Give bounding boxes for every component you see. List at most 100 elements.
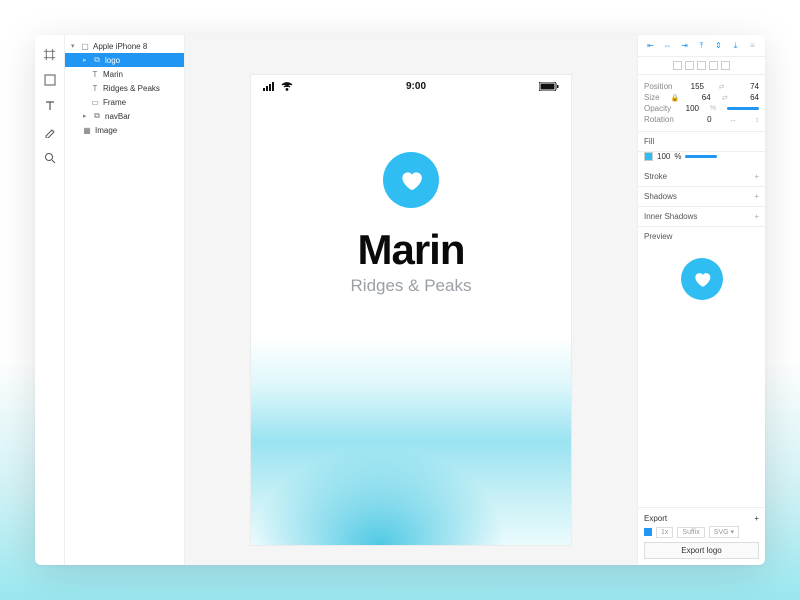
- flip-v-icon[interactable]: ↕: [755, 115, 759, 124]
- tool-rail: [35, 35, 65, 565]
- layer-label: Ridges & Peaks: [103, 84, 160, 93]
- alignment-controls: ⇤ ⇔ ⇥ ⤒ ⇕ ⤓ ≡: [638, 35, 765, 57]
- export-button[interactable]: Export logo: [644, 542, 759, 559]
- shadows-section-header[interactable]: Shadows +: [638, 187, 765, 207]
- position-x-field[interactable]: 155: [684, 82, 704, 91]
- position-label: Position: [644, 82, 672, 91]
- constraint-box[interactable]: [697, 61, 706, 70]
- opacity-field[interactable]: 100: [679, 104, 699, 113]
- fill-swatch[interactable]: [644, 152, 653, 161]
- export-label: Export: [644, 514, 667, 523]
- text-icon: T: [91, 84, 99, 92]
- align-vcenter-icon[interactable]: ⇕: [714, 41, 724, 51]
- preview-label: Preview: [644, 232, 672, 241]
- status-time: 9:00: [406, 81, 426, 92]
- artboard-iphone[interactable]: 9:00 Marin Ridges & Peaks: [251, 75, 571, 545]
- transform-section: Position 155 ⇄ 74 Size 🔒 64 ⇄ 64 Opacity…: [638, 75, 765, 132]
- rotation-field[interactable]: 0: [692, 115, 712, 124]
- layer-label: Marin: [103, 70, 123, 79]
- preview-section-header: Preview: [638, 227, 765, 246]
- frame-icon: ▭: [91, 98, 99, 106]
- stroke-section-header[interactable]: Stroke +: [638, 167, 765, 187]
- preview-logo: [681, 258, 723, 300]
- layer-label: navBar: [105, 112, 130, 121]
- preview-area: [638, 246, 765, 507]
- add-stroke-button[interactable]: +: [754, 172, 759, 181]
- distribute-icon[interactable]: ≡: [748, 41, 758, 51]
- layer-item-logo[interactable]: ▸ ⧉ logo: [65, 53, 184, 67]
- align-bottom-icon[interactable]: ⤓: [731, 41, 741, 51]
- brand-title: Marin: [251, 226, 571, 274]
- align-right-icon[interactable]: ⇥: [680, 41, 690, 51]
- layer-item-navbar[interactable]: ▸ ⧉ navBar: [65, 109, 184, 123]
- link-icon[interactable]: ⇄: [719, 94, 731, 102]
- export-section: Export + 1x Suffix SVG ▾ Export logo: [638, 507, 765, 565]
- pen-tool[interactable]: [43, 125, 57, 139]
- layer-label: Frame: [103, 98, 126, 107]
- fill-opacity-slider[interactable]: [685, 155, 717, 158]
- battery-icon: [539, 82, 559, 91]
- brand-block: Marin Ridges & Peaks: [251, 226, 571, 296]
- layer-item-ridges[interactable]: T Ridges & Peaks: [65, 81, 184, 95]
- constraint-box[interactable]: [709, 61, 718, 70]
- constraint-controls: [638, 57, 765, 75]
- export-scale-field[interactable]: 1x: [656, 527, 673, 538]
- align-top-icon[interactable]: ⤒: [697, 41, 707, 51]
- layers-panel: ▾ ▢ Apple iPhone 8 ▸ ⧉ logo T Marin T Ri…: [65, 35, 185, 565]
- add-inner-shadow-button[interactable]: +: [754, 212, 759, 221]
- zoom-tool[interactable]: [43, 151, 57, 165]
- lock-icon[interactable]: ⇄: [716, 83, 728, 91]
- artboard-icon: ▢: [81, 42, 89, 50]
- rotation-label: Rotation: [644, 115, 674, 124]
- group-icon: ⧉: [93, 112, 101, 120]
- frame-tool[interactable]: [43, 47, 57, 61]
- lock-icon[interactable]: 🔒: [668, 94, 683, 102]
- constraint-box[interactable]: [673, 61, 682, 70]
- align-hcenter-icon[interactable]: ⇔: [663, 41, 673, 51]
- shadows-label: Shadows: [644, 192, 677, 201]
- text-icon: T: [91, 70, 99, 78]
- text-tool[interactable]: [43, 99, 57, 113]
- wifi-icon: [281, 82, 293, 91]
- signal-icon: [263, 82, 277, 91]
- layer-item-marin[interactable]: T Marin: [65, 67, 184, 81]
- export-enabled-checkbox[interactable]: [644, 528, 652, 536]
- fill-opacity-field[interactable]: 100: [657, 152, 670, 161]
- group-icon: ⧉: [93, 56, 101, 64]
- inner-shadows-section-header[interactable]: Inner Shadows +: [638, 207, 765, 227]
- logo-mark[interactable]: [383, 152, 439, 208]
- export-suffix-field[interactable]: Suffix: [677, 527, 704, 538]
- layer-label: Apple iPhone 8: [93, 42, 147, 51]
- position-y-field[interactable]: 74: [739, 82, 759, 91]
- flip-h-icon[interactable]: ↔: [729, 115, 737, 124]
- layer-label: logo: [105, 56, 120, 65]
- add-export-button[interactable]: +: [754, 514, 759, 523]
- mountain-image: [251, 365, 571, 545]
- layer-artboard[interactable]: ▾ ▢ Apple iPhone 8: [65, 39, 184, 53]
- export-format-select[interactable]: SVG ▾: [709, 526, 739, 538]
- canvas[interactable]: 9:00 Marin Ridges & Peaks: [185, 35, 637, 565]
- fill-label: Fill: [644, 137, 654, 146]
- constraint-box[interactable]: [685, 61, 694, 70]
- heart-icon: [692, 269, 712, 289]
- status-bar: 9:00: [251, 75, 571, 92]
- size-label: Size: [644, 93, 660, 102]
- opacity-label: Opacity: [644, 104, 671, 113]
- layer-item-frame[interactable]: ▭ Frame: [65, 95, 184, 109]
- inspector-panel: ⇤ ⇔ ⇥ ⤒ ⇕ ⤓ ≡ Position 155 ⇄ 74 Size 🔒: [637, 35, 765, 565]
- add-shadow-button[interactable]: +: [754, 192, 759, 201]
- fill-row: 100 %: [638, 152, 765, 167]
- size-h-field[interactable]: 64: [739, 93, 759, 102]
- stroke-label: Stroke: [644, 172, 667, 181]
- layer-item-image[interactable]: ▦ Image: [65, 123, 184, 137]
- constraint-box[interactable]: [721, 61, 730, 70]
- rectangle-tool[interactable]: [43, 73, 57, 87]
- brand-subtitle: Ridges & Peaks: [251, 276, 571, 296]
- image-icon: ▦: [83, 126, 91, 134]
- inner-shadows-label: Inner Shadows: [644, 212, 697, 221]
- fill-section-header: Fill: [638, 132, 765, 152]
- size-w-field[interactable]: 64: [691, 93, 711, 102]
- opacity-slider[interactable]: [727, 107, 759, 110]
- align-left-icon[interactable]: ⇤: [646, 41, 656, 51]
- heart-icon: [398, 167, 424, 193]
